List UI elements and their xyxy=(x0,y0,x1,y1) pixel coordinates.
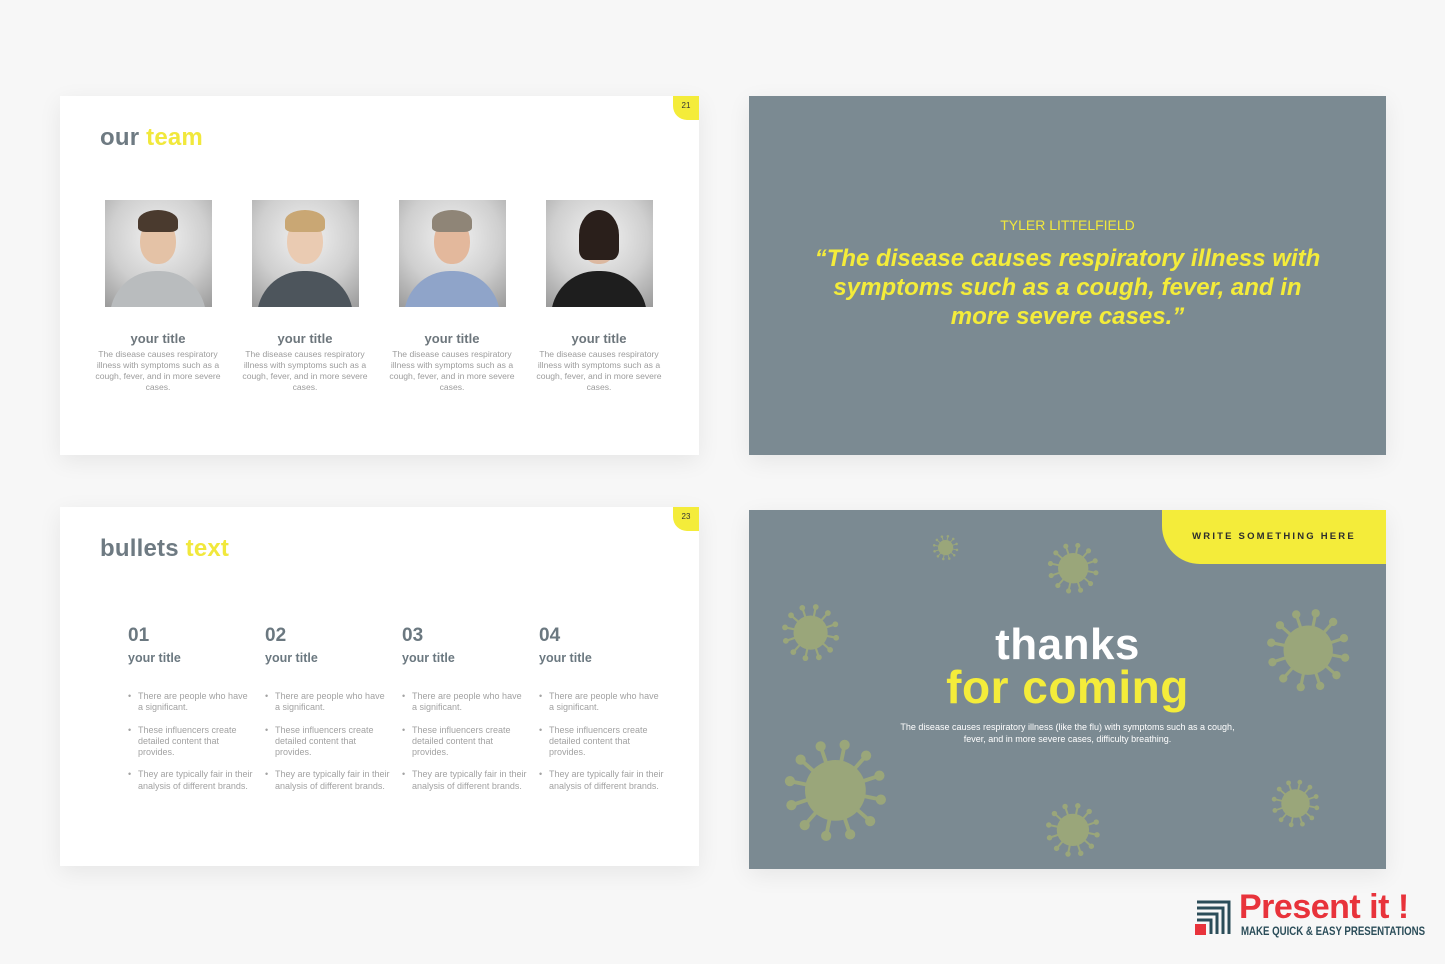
bullet-item: They are typically fair in their analysi… xyxy=(402,769,527,792)
title-part-grey: our xyxy=(100,124,140,151)
logo-mark-icon xyxy=(1195,900,1231,935)
slide-our-team[interactable]: 21 our team your title The disease cause… xyxy=(60,96,699,455)
virus-icon xyxy=(1271,779,1319,827)
column-title: your title xyxy=(128,651,181,665)
column-title: your title xyxy=(402,651,455,665)
member-description: The disease causes respiratory illness w… xyxy=(242,349,368,392)
woman-blonde-cardigan-photo xyxy=(251,200,359,307)
column-number: 04 xyxy=(539,625,561,646)
member-description: The disease causes respiratory illness w… xyxy=(95,349,221,392)
bullet-item: There are people who have a significant. xyxy=(128,691,253,714)
bullet-list: There are people who have a significant.… xyxy=(265,691,390,792)
slide-bullets-text[interactable]: 23 bullets text 01 your title There are … xyxy=(60,507,699,866)
team-member-card: your title The disease causes respirator… xyxy=(382,200,522,393)
virus-icon xyxy=(933,535,959,561)
virus-icon xyxy=(1047,542,1099,594)
column-title: your title xyxy=(539,651,592,665)
member-description: The disease causes respiratory illness w… xyxy=(536,349,662,392)
column-number: 02 xyxy=(265,625,287,646)
logo-tagline: MAKE QUICK & EASY PRESENTATIONS xyxy=(1241,926,1426,938)
team-member-card: your title The disease causes respirator… xyxy=(529,200,669,393)
page-number-badge: 21 xyxy=(673,96,699,120)
member-title: your title xyxy=(571,331,627,346)
thanks-description: The disease causes respiratory illness (… xyxy=(900,722,1235,744)
bullet-item: These influencers create detailed conten… xyxy=(539,725,664,759)
bullet-column: 03 your title There are people who have … xyxy=(402,625,527,803)
column-number: 01 xyxy=(128,625,150,646)
member-description: The disease causes respiratory illness w… xyxy=(389,349,515,392)
virus-icon xyxy=(1046,803,1100,857)
virus-icon xyxy=(784,739,886,841)
quote-text: “The disease causes respiratory illness … xyxy=(814,245,1321,330)
bullet-item: These influencers create detailed conten… xyxy=(402,725,527,759)
woman-dark-hair-blazer-photo xyxy=(545,200,653,307)
column-number: 03 xyxy=(402,625,424,646)
bullet-item: These influencers create detailed conten… xyxy=(128,725,253,759)
bullet-item: They are typically fair in their analysi… xyxy=(265,769,390,792)
member-title: your title xyxy=(130,331,186,346)
team-member-card: your title The disease causes respirator… xyxy=(235,200,375,393)
bullet-column: 01 your title There are people who have … xyxy=(128,625,253,803)
slide-title: our team xyxy=(100,124,203,152)
bullet-item: There are people who have a significant. xyxy=(539,691,664,714)
member-title: your title xyxy=(277,331,333,346)
title-part-yellow: text xyxy=(185,535,230,562)
bullet-list: There are people who have a significant.… xyxy=(128,691,253,792)
present-it-logo: Present it ! MAKE QUICK & EASY PRESENTAT… xyxy=(1195,888,1430,944)
title-part-yellow: team xyxy=(146,124,203,151)
bullet-item: There are people who have a significant. xyxy=(402,691,527,714)
bullet-item: They are typically fair in their analysi… xyxy=(128,769,253,792)
slide-title: bullets text xyxy=(100,535,229,563)
member-title: your title xyxy=(424,331,480,346)
bullet-item: They are typically fair in their analysi… xyxy=(539,769,664,792)
slide-thanks[interactable]: WRITE SOMETHING HERE thanks for coming T… xyxy=(749,510,1386,869)
page-number-badge: 23 xyxy=(673,507,699,531)
thanks-heading-line2: for coming xyxy=(946,661,1189,713)
man-grey-shirt-photo xyxy=(104,200,212,307)
column-title: your title xyxy=(265,651,318,665)
bullet-list: There are people who have a significant.… xyxy=(402,691,527,792)
team-member-card: your title The disease causes respirator… xyxy=(88,200,228,393)
write-something-tag: WRITE SOMETHING HERE xyxy=(1162,510,1386,564)
bullet-column: 02 your title There are people who have … xyxy=(265,625,390,803)
bullet-item: These influencers create detailed conten… xyxy=(265,725,390,759)
bullet-column: 04 your title There are people who have … xyxy=(539,625,664,803)
quote-author: TYLER LITTELFIELD xyxy=(1000,217,1135,233)
man-blue-checked-shirt-photo xyxy=(398,200,506,307)
bullet-list: There are people who have a significant.… xyxy=(539,691,664,792)
slide-quote[interactable]: TYLER LITTELFIELD “The disease causes re… xyxy=(749,96,1386,455)
bullet-item: There are people who have a significant. xyxy=(265,691,390,714)
title-part-grey: bullets xyxy=(100,535,179,562)
logo-name: Present it ! xyxy=(1239,888,1409,926)
